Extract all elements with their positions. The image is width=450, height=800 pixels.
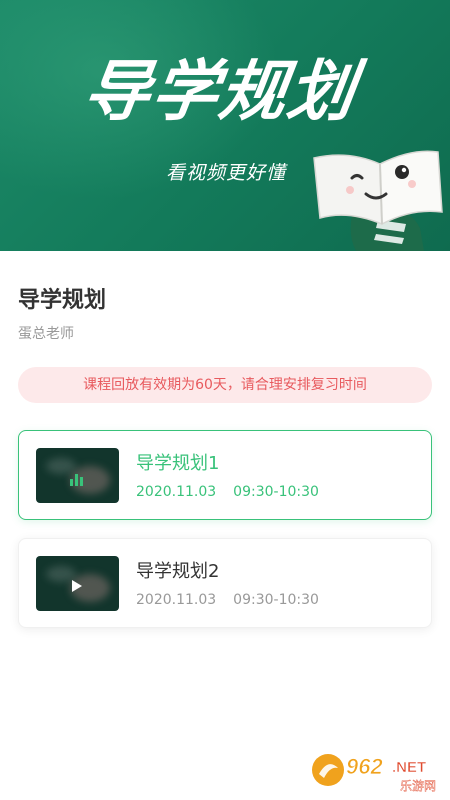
lesson-card-2[interactable]: 导学规划2 2020.11.03 09:30-10:30	[18, 538, 432, 628]
lesson-title: 导学规划1	[136, 453, 220, 474]
watermark-suffix: .NET	[392, 759, 426, 776]
lesson-date: 2020.11.03	[136, 484, 217, 500]
lesson-schedule: 2020.11.03 09:30-10:30	[136, 482, 319, 502]
watermark-brand: 962	[346, 754, 383, 779]
watermark-caption: 乐游网	[400, 779, 436, 793]
play-icon	[72, 580, 82, 592]
course-info: 导学规划 蛋总老师	[18, 286, 432, 344]
lesson-thumbnail	[36, 448, 119, 503]
lesson-thumbnail	[36, 556, 119, 611]
book-mascot-illustration	[313, 150, 443, 251]
lesson-time-range: 09:30-10:30	[233, 592, 319, 608]
lesson-time-range: 09:30-10:30	[233, 484, 319, 500]
site-watermark-logo: 962 .NET 乐游网	[312, 754, 436, 793]
lesson-title: 导学规划2	[136, 561, 220, 582]
header-banner: 导学规划 看视频更好懂	[0, 0, 450, 251]
course-title: 导学规划	[18, 288, 107, 313]
lesson-card-1[interactable]: 导学规划1 2020.11.03 09:30-10:30	[18, 430, 432, 520]
playing-bars-icon	[70, 474, 83, 486]
lesson-schedule: 2020.11.03 09:30-10:30	[136, 590, 319, 610]
lesson-date: 2020.11.03	[136, 592, 217, 608]
replay-notice-banner: 课程回放有效期为60天，请合理安排复习时间	[18, 367, 432, 403]
teacher-name: 蛋总老师	[18, 326, 74, 342]
banner-subtitle: 看视频更好懂	[166, 162, 287, 184]
